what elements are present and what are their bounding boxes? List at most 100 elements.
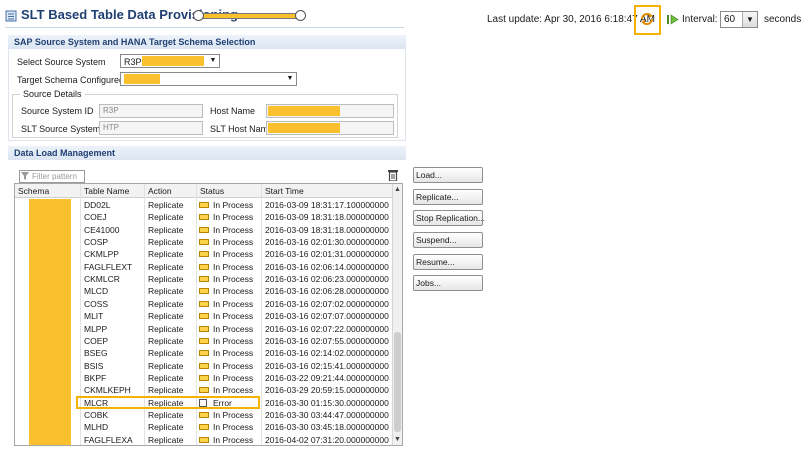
table-row[interactable]: MLIT Replicate In Process 2016-03-16 02:07:… xyxy=(15,310,392,322)
table-row[interactable]: COSP Replicate In Process 2016-03-16 02:01:… xyxy=(15,236,392,248)
last-update-label: Last update: xyxy=(487,14,543,25)
stop-replication-button[interactable]: Stop Replication... xyxy=(413,210,485,226)
table-row[interactable]: COEJ Replicate In Process 2016-03-09 18:31:… xyxy=(15,211,392,223)
column-header-table-name[interactable]: Table Name xyxy=(84,186,129,196)
table-row[interactable]: FAGLFLEXA Replicate In Process 2016-04-02 0… xyxy=(15,434,392,445)
column-header-action[interactable]: Action xyxy=(148,186,172,196)
redacted-host-name xyxy=(268,106,340,116)
table-row[interactable]: FAGLFLEXT Replicate In Process 2016-03-16 0… xyxy=(15,261,392,273)
action-cell: Replicate xyxy=(148,212,184,223)
replicate-button[interactable]: Replicate... xyxy=(413,189,483,205)
table-name-cell: FAGLFLEXT xyxy=(84,261,133,272)
table-row[interactable]: MLHD Replicate In Process 2016-03-30 03:45:… xyxy=(15,421,392,433)
table-row[interactable]: CKMLCR Replicate In Process 2016-03-16 02:0… xyxy=(15,273,392,285)
dropdown-arrow-icon[interactable]: ▼ xyxy=(284,73,296,85)
table-name-cell: BSEG xyxy=(84,348,108,359)
source-system-id-label: Source System ID xyxy=(21,106,94,116)
table-name-cell: MLCD xyxy=(84,286,109,297)
table-row[interactable]: BSIS Replicate In Process 2016-03-16 02:15:… xyxy=(15,360,392,372)
resume-button[interactable]: Resume... xyxy=(413,254,483,270)
table-header: Schema Table Name Action Status Start Ti… xyxy=(15,184,392,198)
progress-start-knob xyxy=(193,10,204,21)
table-name-cell: COSP xyxy=(84,237,109,248)
action-cell: Replicate xyxy=(148,311,184,322)
column-header-status[interactable]: Status xyxy=(200,186,224,196)
status-cell: In Process xyxy=(213,261,254,272)
scrollbar-thumb[interactable] xyxy=(394,332,401,432)
table-name-cell: BKPF xyxy=(84,372,107,383)
source-details-label: Source Details xyxy=(20,89,85,99)
interval-label: Interval: xyxy=(682,14,718,25)
table-row[interactable]: BKPF Replicate In Process 2016-03-22 09:21:… xyxy=(15,372,392,384)
last-update-text: Last update: Apr 30, 2016 6:18:47 AM xyxy=(487,14,655,25)
table-row[interactable]: MLCD Replicate In Process 2016-03-16 02:06:… xyxy=(15,285,392,297)
in-process-icon xyxy=(199,411,209,418)
column-header-schema[interactable]: Schema xyxy=(18,186,49,196)
table-name-cell: MLHD xyxy=(84,422,109,433)
scroll-down-icon[interactable]: ▼ xyxy=(392,434,402,445)
start-time-cell: 2016-03-16 02:07:02.000000000 xyxy=(265,298,389,309)
start-time-cell: 2016-03-16 02:01:30.000000000 xyxy=(265,237,389,248)
start-time-cell: 2016-03-22 09:21:44.000000000 xyxy=(265,372,389,383)
in-process-icon xyxy=(199,202,209,208)
table-name-cell: COEJ xyxy=(84,212,107,223)
in-process-icon xyxy=(199,313,209,320)
table-row[interactable]: DD02L Replicate In Process 2016-03-09 18:31… xyxy=(15,199,392,211)
status-cell: In Process xyxy=(213,348,254,359)
table-row[interactable]: CE41000 Replicate In Process 2016-03-09 18:… xyxy=(15,224,392,236)
action-cell: Replicate xyxy=(148,348,184,359)
in-process-icon xyxy=(199,300,209,307)
in-process-icon xyxy=(199,276,209,283)
dropdown-arrow-icon[interactable]: ▼ xyxy=(742,12,757,27)
start-time-cell: 2016-03-09 18:31:17.100000000 xyxy=(265,200,389,210)
action-cell: Replicate xyxy=(148,422,184,433)
in-process-icon xyxy=(199,226,209,233)
redacted-progress-bar xyxy=(196,13,302,19)
in-process-icon xyxy=(199,263,209,270)
filter-placeholder: Filter pattern xyxy=(32,172,77,181)
table-name-cell: FAGLFLEXA xyxy=(84,434,133,445)
start-time-cell: 2016-03-09 18:31:18.000000000 xyxy=(265,224,389,235)
action-cell: Replicate xyxy=(148,261,184,272)
dropdown-arrow-icon[interactable]: ▼ xyxy=(207,55,219,67)
in-process-icon xyxy=(199,374,209,381)
start-time-cell: 2016-03-16 02:06:14.000000000 xyxy=(265,261,389,272)
action-cell: Replicate xyxy=(148,335,184,346)
table-row[interactable]: COBK Replicate In Process 2016-03-30 03:44:… xyxy=(15,409,392,421)
start-time-cell: 2016-03-16 02:06:23.000000000 xyxy=(265,274,389,285)
start-time-cell: 2016-03-16 02:15:41.000000000 xyxy=(265,360,389,371)
trash-icon[interactable] xyxy=(388,169,398,181)
jobs-button[interactable]: Jobs... xyxy=(413,275,483,291)
refresh-icon[interactable] xyxy=(640,12,654,26)
column-header-start-time[interactable]: Start Time xyxy=(265,186,304,196)
table-name-cell: CKMLKEPH xyxy=(84,385,131,396)
load-button[interactable]: Load... xyxy=(413,167,483,183)
play-icon[interactable] xyxy=(667,14,679,25)
table-row[interactable]: CKMLKEPH Replicate In Process 2016-03-29 20… xyxy=(15,384,392,396)
action-cell: Replicate xyxy=(148,224,184,235)
scroll-up-icon[interactable]: ▲ xyxy=(392,184,402,195)
table-row[interactable]: MLPP Replicate In Process 2016-03-16 02:07:… xyxy=(15,323,392,335)
table-row[interactable]: CKMLPP Replicate In Process 2016-03-16 02:0… xyxy=(15,248,392,260)
redacted-source-name xyxy=(142,56,204,66)
in-process-icon xyxy=(199,362,209,369)
table-row[interactable]: BSEG Replicate In Process 2016-03-16 02:14:… xyxy=(15,347,392,359)
table-name-cell: COSS xyxy=(84,298,109,309)
start-time-cell: 2016-03-29 20:59:15.000000000 xyxy=(265,385,389,396)
start-time-cell: 2016-03-16 02:06:28.000000000 xyxy=(265,286,389,297)
table-name-cell: DD02L xyxy=(84,200,111,210)
table-name-cell: BSIS xyxy=(84,360,104,371)
data-load-section-title: Data Load Management xyxy=(8,146,406,160)
in-process-icon xyxy=(199,325,209,332)
action-cell: Replicate xyxy=(148,409,184,420)
status-cell: In Process xyxy=(213,360,254,371)
suspend-button[interactable]: Suspend... xyxy=(413,232,483,248)
start-time-cell: 2016-03-09 18:31:18.000000000 xyxy=(265,212,389,223)
table-row[interactable]: COSS Replicate In Process 2016-03-16 02:07:… xyxy=(15,298,392,310)
table-row[interactable]: COEP Replicate In Process 2016-03-16 02:07:… xyxy=(15,335,392,347)
action-cell: Replicate xyxy=(148,286,184,297)
action-cell: Replicate xyxy=(148,360,184,371)
in-process-icon xyxy=(199,214,209,221)
action-cell: Replicate xyxy=(148,372,184,383)
header-divider xyxy=(5,27,404,28)
